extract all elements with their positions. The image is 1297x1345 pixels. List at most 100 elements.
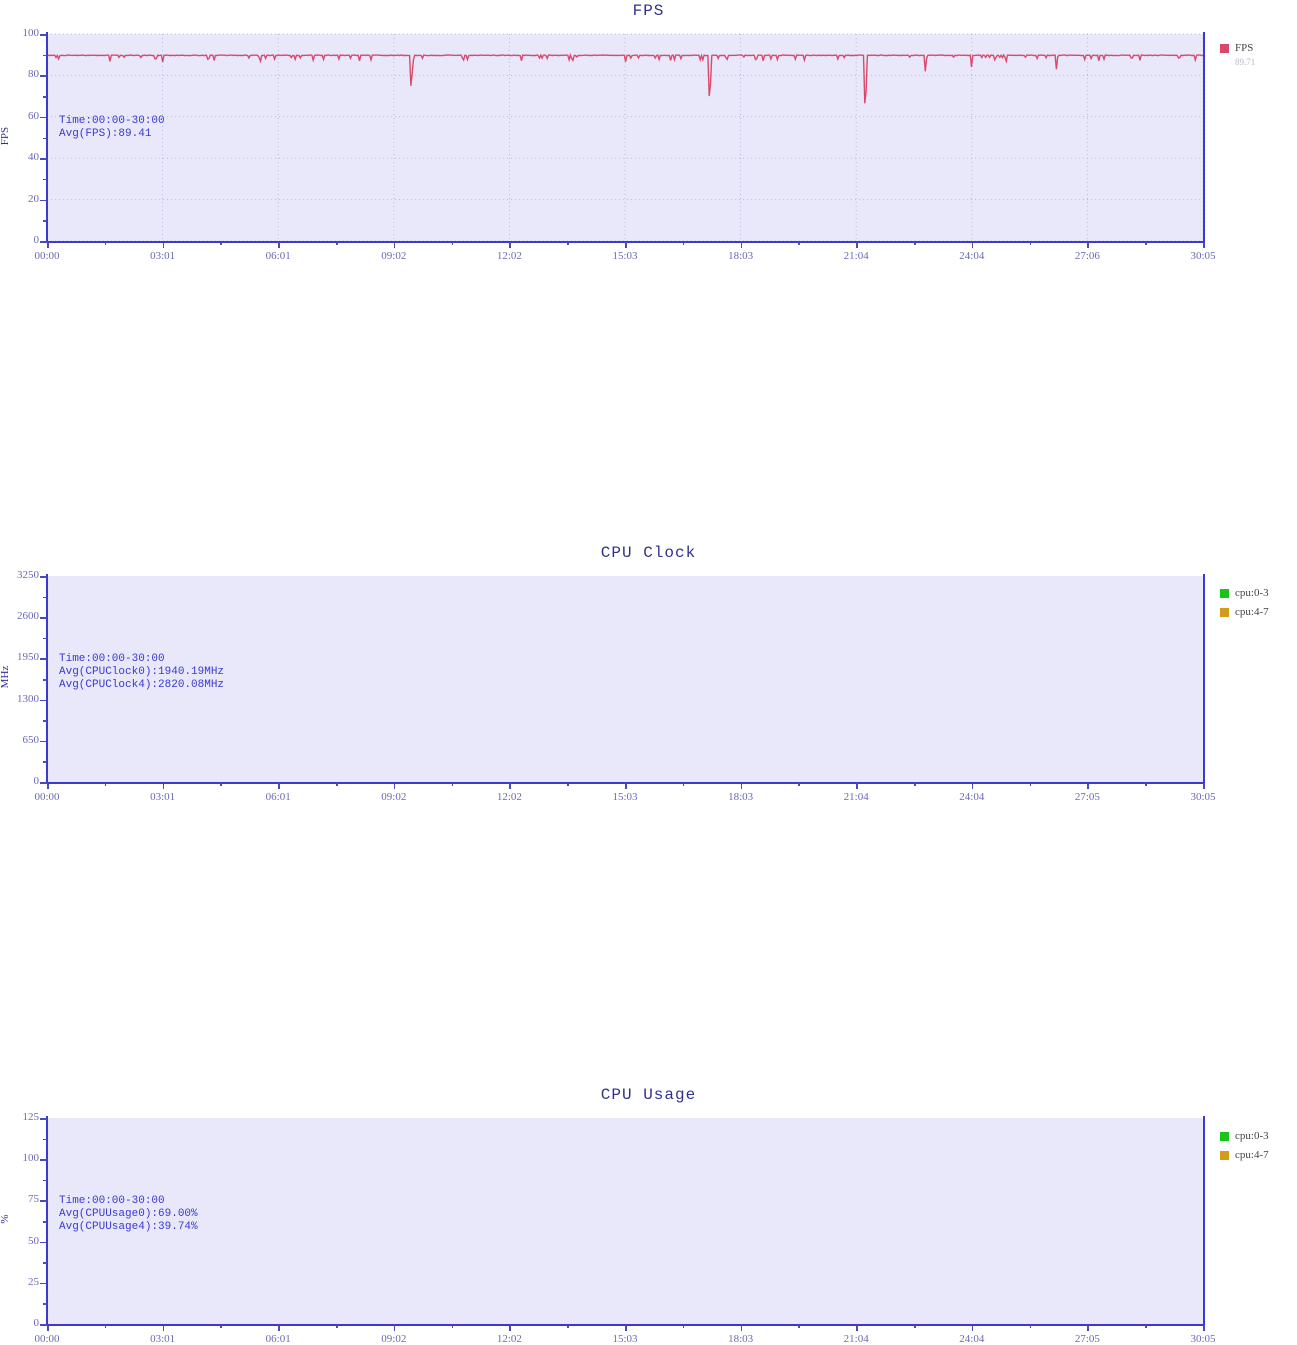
x-tick xyxy=(393,242,396,248)
x-tick-label: 06:01 xyxy=(265,250,291,262)
x-tick-label: 30:05 xyxy=(1190,250,1216,262)
x-tick-label: 09:02 xyxy=(381,1333,407,1345)
legend-color-swatch xyxy=(1220,43,1229,53)
x-tick-label: 15:03 xyxy=(612,1333,638,1345)
y-tick-label: 0 xyxy=(33,234,40,246)
x-tick-label: 12:02 xyxy=(496,250,522,262)
legend-label: FPS xyxy=(1235,42,1254,54)
x-tick-label: 18:03 xyxy=(728,1333,754,1345)
y-tick xyxy=(40,1324,47,1326)
x-minor-tick xyxy=(914,242,916,245)
x-minor-tick xyxy=(104,1325,107,1328)
y-tick xyxy=(40,75,47,77)
y-minor-tick xyxy=(43,1262,47,1264)
x-tick xyxy=(1203,1325,1205,1331)
annotation-line: Avg(CPUUsage0):69.00% xyxy=(59,1208,198,1220)
legend-item[interactable]: FPS 89.71 xyxy=(1220,42,1255,67)
x-tick xyxy=(47,242,49,248)
x-tick xyxy=(393,1325,396,1331)
y-tick-label: 125 xyxy=(22,1111,40,1123)
x-tick xyxy=(971,1325,974,1331)
y-minor-tick xyxy=(43,1179,47,1182)
x-tick-label: 15:03 xyxy=(612,250,638,262)
x-tick xyxy=(162,242,165,248)
y-minor-tick xyxy=(43,54,47,57)
chart-legend: FPS 89.71 xyxy=(1220,42,1255,67)
y-tick-label: 0 xyxy=(33,1317,40,1329)
x-tick-label: 03:01 xyxy=(150,250,176,262)
y-axis-title: % xyxy=(0,1214,11,1224)
legend-label: cpu:4-7 xyxy=(1235,606,1269,618)
y-tick-label: 80 xyxy=(28,68,39,81)
x-minor-tick xyxy=(1029,1325,1032,1328)
x-tick-label: 06:01 xyxy=(265,1333,291,1345)
y-tick xyxy=(40,1241,47,1244)
y-tick xyxy=(40,34,47,36)
x-minor-tick xyxy=(798,242,800,245)
y-axis-line-right xyxy=(1203,1116,1205,1326)
y-tick xyxy=(40,1282,47,1285)
x-minor-tick xyxy=(220,242,222,245)
x-minor-tick xyxy=(682,1325,685,1328)
x-tick-label: 21:04 xyxy=(843,250,869,262)
x-tick-label: 12:02 xyxy=(496,1333,522,1345)
x-minor-tick xyxy=(336,242,338,245)
x-tick-label: 30:05 xyxy=(1190,1333,1216,1345)
y-tick-label: 100 xyxy=(22,1152,40,1165)
x-tick xyxy=(278,242,280,248)
y-tick xyxy=(40,199,47,202)
legend-item[interactable]: cpu:4-7 xyxy=(1220,606,1269,618)
x-tick-label: 24:04 xyxy=(959,250,985,262)
x-minor-tick xyxy=(451,1325,454,1328)
x-tick-label: 24:04 xyxy=(959,1333,985,1345)
x-tick-label: 00:00 xyxy=(34,1333,60,1345)
x-minor-tick xyxy=(451,242,454,245)
x-tick xyxy=(856,1325,858,1331)
x-tick xyxy=(278,1325,280,1331)
x-minor-tick xyxy=(682,242,685,245)
x-tick xyxy=(1203,242,1205,248)
annotation-line: Avg(CPUUsage4):39.74% xyxy=(59,1221,198,1233)
x-minor-tick xyxy=(220,1325,222,1328)
x-minor-tick xyxy=(1145,242,1147,245)
y-minor-tick xyxy=(43,220,47,222)
x-tick xyxy=(1087,1325,1089,1331)
legend-color-swatch xyxy=(1220,1150,1229,1160)
x-minor-tick xyxy=(567,242,569,245)
y-minor-tick xyxy=(43,1303,47,1305)
y-minor-tick xyxy=(43,1138,47,1141)
chart-title: FPS xyxy=(632,2,665,20)
x-tick xyxy=(509,1325,511,1331)
x-minor-tick xyxy=(567,1325,569,1328)
y-axis-line-right xyxy=(1203,32,1205,243)
annotation-line: Time:00:00-30:00 xyxy=(59,653,165,665)
x-tick xyxy=(162,1325,165,1331)
legend-item[interactable]: cpu:0-3 xyxy=(1220,587,1269,599)
y-minor-tick xyxy=(43,96,47,98)
legend-label: cpu:4-7 xyxy=(1235,1149,1269,1161)
x-minor-tick xyxy=(914,1325,916,1328)
annotation-line: Avg(CPUClock4):2820.08MHz xyxy=(59,679,225,691)
x-tick xyxy=(740,1325,743,1331)
x-minor-tick xyxy=(1145,1325,1147,1328)
chart-legend: cpu:0-3 cpu:4-7 xyxy=(1220,1130,1269,1168)
y-tick-label: 20 xyxy=(28,192,39,205)
x-tick xyxy=(1087,242,1089,248)
annotation-line: Avg(FPS):89.41 xyxy=(59,128,152,140)
x-minor-tick xyxy=(1029,242,1032,245)
legend-label: cpu:0-3 xyxy=(1235,587,1269,599)
y-tick xyxy=(40,1118,47,1120)
legend-item[interactable]: cpu:4-7 xyxy=(1220,1149,1269,1161)
plot-area xyxy=(47,1118,1203,1324)
y-tick xyxy=(40,1159,47,1161)
annotation-line: Avg(CPUClock0):1940.19MHz xyxy=(59,666,225,678)
legend-item[interactable]: cpu:0-3 xyxy=(1220,1130,1269,1142)
legend-color-swatch xyxy=(1220,588,1229,598)
x-tick xyxy=(625,1325,627,1331)
x-tick xyxy=(625,242,627,248)
chart-title: CPU Usage xyxy=(600,1086,697,1104)
plot-canvas xyxy=(0,271,1297,542)
legend-color-swatch xyxy=(1220,607,1229,617)
y-axis-title: FPS xyxy=(0,126,11,145)
chart-legend: cpu:0-3 cpu:4-7 xyxy=(1220,587,1269,625)
